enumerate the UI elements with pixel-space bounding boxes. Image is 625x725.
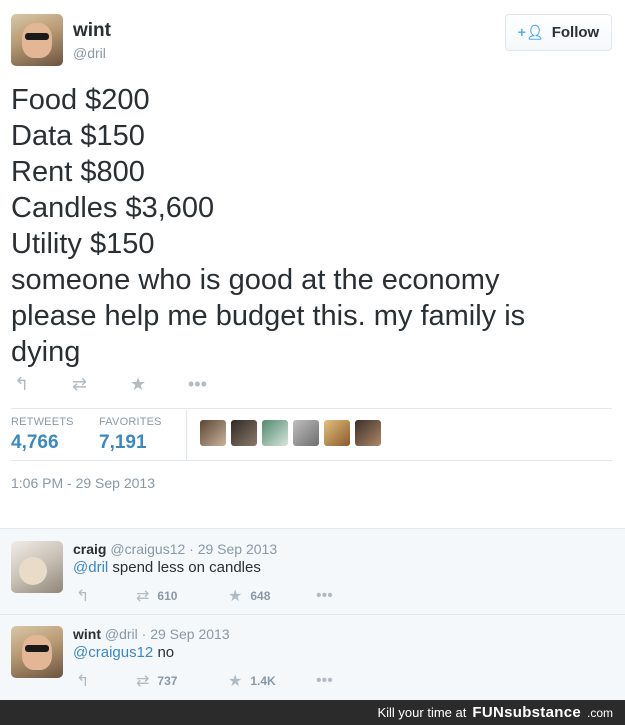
reply-meta: @dril · 29 Sep 2013 [104,626,230,642]
retweet-icon[interactable]: ⇄ [72,374,130,395]
favorite-icon: ★ [228,588,243,605]
mention-link[interactable]: @craigus12 [73,644,153,661]
reply-actions: ↰ ⇄ 610 ★ 648 ••• [76,586,333,606]
reply-body: spend less on candles [108,559,261,576]
favoriter-avatar[interactable] [355,420,381,446]
retweet-count: 610 [157,589,178,603]
watermark-domain: .com [586,705,613,720]
more-icon[interactable]: ••• [316,672,333,690]
favoriter-avatar[interactable] [200,420,226,446]
reply-meta: @craigus12 · 29 Sep 2013 [110,541,278,557]
author-avatar[interactable] [11,14,63,66]
favorite-action[interactable]: ★ 1.4K [228,671,316,691]
retweet-action[interactable]: ⇄ 610 [136,586,228,606]
reply-icon[interactable]: ↰ [76,671,136,691]
tweet-timestamp[interactable]: 1:06 PM - 29 Sep 2013 [11,475,155,491]
retweet-icon: ⇄ [136,588,150,605]
retweets-stat[interactable]: RETWEETS 4,766 [11,416,74,454]
reply-text: @dril spend less on candles [73,559,261,576]
favorite-icon[interactable]: ★ [130,374,188,395]
author-handle[interactable]: @dril [73,45,106,61]
reply-avatar[interactable] [11,626,63,678]
reply-header: craig @craigus12 · 29 Sep 2013 [73,541,277,557]
reply-header: wint @dril · 29 Sep 2013 [73,626,230,642]
favoriter-avatar[interactable] [262,420,288,446]
watermark-bar: Kill your time at FUNsubstance .com [0,700,625,725]
favoriter-avatar[interactable] [231,420,257,446]
retweets-count: 4,766 [11,432,59,453]
tweet-text: Food $200 Data $150 Rent $800 Candles $3… [11,84,526,368]
follow-button-label: Follow [551,24,600,41]
favorites-stat[interactable]: FAVORITES 7,191 [99,416,162,454]
more-icon[interactable]: ••• [316,587,333,605]
retweet-count: 737 [157,674,178,688]
favorite-count: 648 [250,589,271,603]
add-user-icon: +👤︎ [517,24,544,40]
favorite-icon: ★ [228,673,243,690]
follow-button[interactable]: +👤︎ Follow [505,14,612,51]
reply-icon[interactable]: ↰ [14,374,72,395]
reply-body: no [153,644,175,661]
reply-avatar[interactable] [11,541,63,593]
favorite-count: 1.4K [250,674,276,688]
retweet-action[interactable]: ⇄ 737 [136,671,228,691]
reply-icon[interactable]: ↰ [76,586,136,606]
stats-divider [186,410,187,460]
favorites-count: 7,191 [99,432,147,453]
divider [11,460,612,461]
reply-text: @craigus12 no [73,644,174,661]
divider [0,614,625,615]
retweets-label: RETWEETS [11,416,74,428]
reply-author-name[interactable]: wint [73,626,101,642]
more-icon[interactable]: ••• [188,374,246,395]
divider [11,408,612,409]
mention-link[interactable]: @dril [73,559,108,576]
favorite-action[interactable]: ★ 648 [228,586,316,606]
reply-author-name[interactable]: craig [73,541,106,557]
retweet-icon: ⇄ [136,673,150,690]
favoriter-avatar[interactable] [293,420,319,446]
favoriters-avatars [200,420,381,446]
favorites-label: FAVORITES [99,416,162,428]
favoriter-avatar[interactable] [324,420,350,446]
tweet-actions: ↰ ⇄ ★ ••• [14,374,246,395]
author-name[interactable]: wint [73,20,111,42]
watermark-brand: FUNsubstance [472,704,581,721]
reply-actions: ↰ ⇄ 737 ★ 1.4K ••• [76,671,333,691]
watermark-tagline: Kill your time at [377,705,467,720]
